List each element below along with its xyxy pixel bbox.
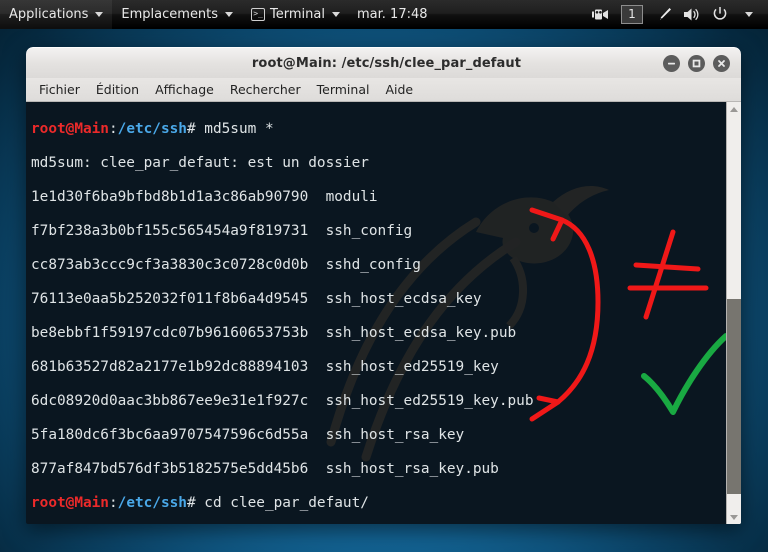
prompt-path: /etc/ssh [117,495,187,511]
chevron-down-icon [225,11,234,17]
workspace-switcher[interactable]: 1 [621,4,643,24]
command-text: md5sum * [204,121,274,137]
chevron-down-icon [95,11,104,17]
scroll-down-button[interactable] [727,510,741,524]
menu-terminal[interactable]: >_ Terminal [242,0,349,29]
menu-item-terminal[interactable]: Terminal [309,78,378,102]
terminal-window: root@Main: /etc/ssh/clee_par_defaut Fich… [26,47,741,524]
terminal-line: root@Main:/etc/ssh# md5sum * [31,121,274,137]
screencast-icon[interactable] [587,0,613,29]
terminal-line: 877af847bd576df3b5182575e5dd45b6 ssh_hos… [31,461,499,477]
menu-places[interactable]: Emplacements [112,0,242,29]
prompt-user: root@Main [31,495,109,511]
terminal-line: md5sum: clee_par_defaut: est un dossier [31,155,369,171]
terminal-line: f7bf238a3b0bf155c565454a9f819731 ssh_con… [31,223,413,239]
menu-item-aide[interactable]: Aide [377,78,421,102]
chevron-down-icon [730,514,738,520]
terminal-line: 681b63527d82a2177e1b92dc88894103 ssh_hos… [31,359,499,375]
terminal-line: 1e1d30f6ba9bfbd8b1d1a3c86ab90790 moduli [31,189,378,205]
menu-item-edition[interactable]: Édition [88,78,147,102]
menu-item-fichier[interactable]: Fichier [31,78,88,102]
terminal-icon: >_ [251,7,266,21]
panel-dropdown-icon[interactable] [735,0,761,29]
menu-bar: Fichier Édition Affichage Rechercher Ter… [26,78,741,102]
prompt-user: root@Main [31,121,109,137]
terminal-line: 5fa180dc6f3bc6aa9707547596c6d55a ssh_hos… [31,427,465,443]
terminal-line: be8ebbf1f59197cdc07b96160653753b ssh_hos… [31,325,517,341]
title-bar[interactable]: root@Main: /etc/ssh/clee_par_defaut [26,47,741,78]
menu-item-affichage[interactable]: Affichage [147,78,222,102]
terminal-output: root@Main:/etc/ssh# md5sum * md5sum: cle… [31,104,534,524]
check-mark-annotation [641,333,729,415]
terminal-body[interactable]: root@Main:/etc/ssh# md5sum * md5sum: cle… [26,102,741,524]
window-title: root@Main: /etc/ssh/clee_par_defaut [251,55,522,71]
top-panel: Applications Emplacements >_ Terminal ma… [0,0,768,29]
scrollbar-thumb[interactable] [727,299,741,494]
terminal-line: 76113e0aa5b252032f011f8b6a4d9545 ssh_hos… [31,291,482,307]
menu-applications-label: Applications [9,6,89,22]
not-equal-sign-annotation [627,229,709,320]
menu-applications[interactable]: Applications [0,0,113,29]
close-button[interactable] [713,54,730,72]
command-text: cd clee_par_defaut/ [204,495,369,511]
scroll-up-button[interactable] [727,102,741,116]
brush-icon[interactable] [651,0,677,29]
power-icon[interactable] [707,0,733,29]
clock[interactable]: mar. 17:48 [349,7,428,22]
vertical-scrollbar[interactable] [726,102,741,524]
menu-places-label: Emplacements [121,6,219,22]
maximize-button[interactable] [688,54,705,72]
chevron-down-icon [332,11,340,17]
prompt-path: /etc/ssh [117,121,187,137]
system-tray: 1 [587,0,768,29]
terminal-line: root@Main:/etc/ssh# cd clee_par_defaut/ [31,495,369,511]
menu-terminal-label: Terminal [270,6,325,22]
window-controls [663,54,741,72]
menu-item-rechercher[interactable]: Rechercher [222,78,309,102]
minimize-button[interactable] [663,54,680,72]
double-arrow-annotation [529,207,601,422]
volume-icon[interactable] [679,0,705,29]
chevron-up-icon [730,106,738,112]
terminal-line: 6dc08920d0aac3bb867ee9e31e1f927c ssh_hos… [31,393,534,409]
terminal-line: cc873ab3ccc9cf3a3830c3c0728c0d0b sshd_co… [31,257,421,273]
